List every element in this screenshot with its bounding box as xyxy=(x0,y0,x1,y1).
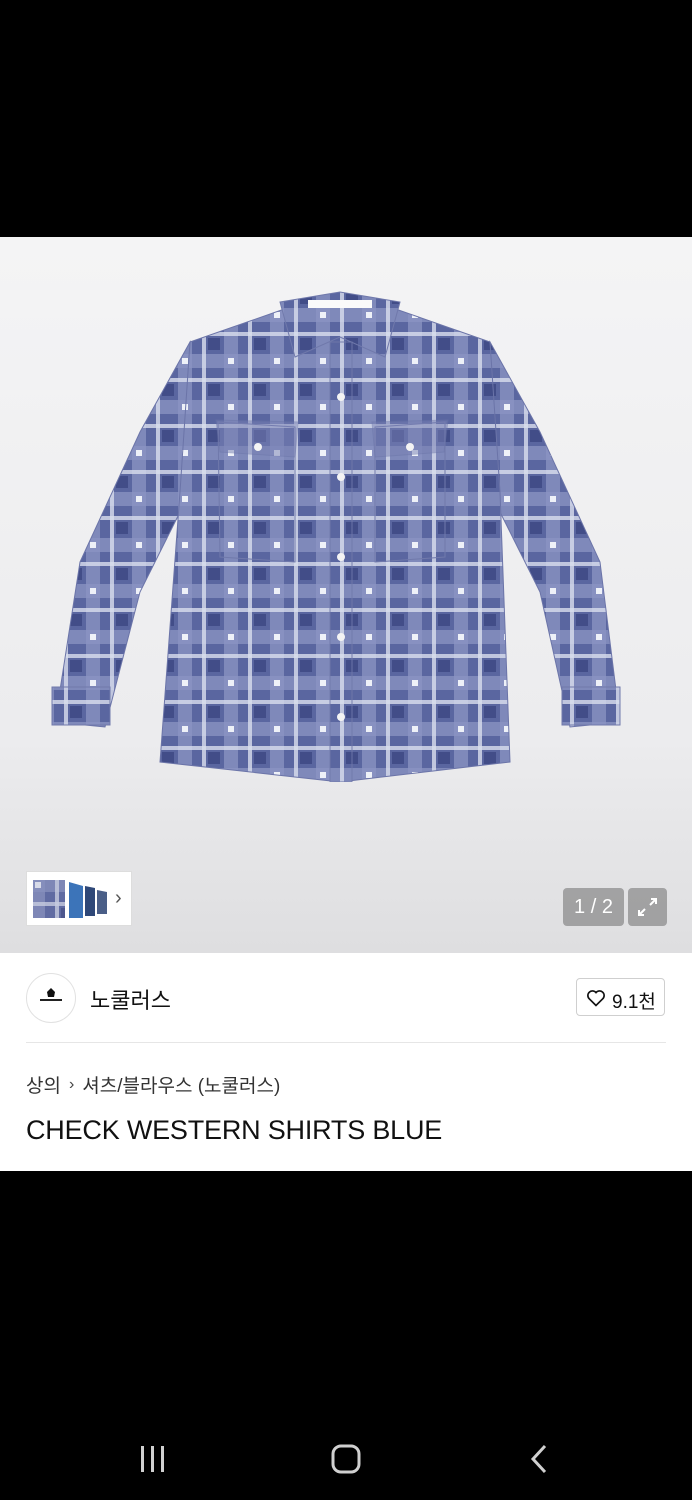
product-gallery[interactable]: › 1 / 2 xyxy=(0,237,692,953)
breadcrumb-category[interactable]: 상의 xyxy=(26,1071,61,1098)
brand-logo[interactable] xyxy=(26,973,76,1023)
heart-icon xyxy=(587,990,605,1007)
chevron-right-icon: › xyxy=(115,887,122,909)
breadcrumb: 상의 › 셔츠/블라우스 (노쿨러스) xyxy=(26,1071,280,1098)
brand-logo-mark xyxy=(40,988,62,1001)
home-icon[interactable] xyxy=(331,1444,361,1474)
like-count: 9.1천 xyxy=(612,992,656,1013)
image-counter: 1 / 2 xyxy=(563,888,624,926)
thumbnail-strip[interactable]: › xyxy=(26,871,132,926)
recent-apps-icon[interactable] xyxy=(138,1444,168,1474)
brand-name[interactable]: 노쿨러스 xyxy=(90,983,171,1015)
status-area xyxy=(0,0,692,237)
product-image[interactable] xyxy=(40,262,640,782)
breadcrumb-subcategory[interactable]: 셔츠/블라우스 (노쿨러스) xyxy=(82,1071,280,1098)
thumbnail-images[interactable] xyxy=(31,878,111,920)
expand-button[interactable] xyxy=(628,888,667,926)
divider xyxy=(26,1042,666,1043)
product-title: CHECK WESTERN SHIRTS BLUE xyxy=(26,1115,443,1145)
like-button[interactable]: 9.1천 xyxy=(576,978,665,1016)
system-navigation-bar xyxy=(0,1405,692,1500)
chevron-right-icon: › xyxy=(68,1075,75,1093)
expand-icon xyxy=(638,898,657,916)
product-info: 노쿨러스 9.1천 상의 › 셔츠/블라우스 (노쿨러스) CHECK WEST… xyxy=(0,953,692,1171)
back-icon[interactable] xyxy=(528,1444,552,1474)
